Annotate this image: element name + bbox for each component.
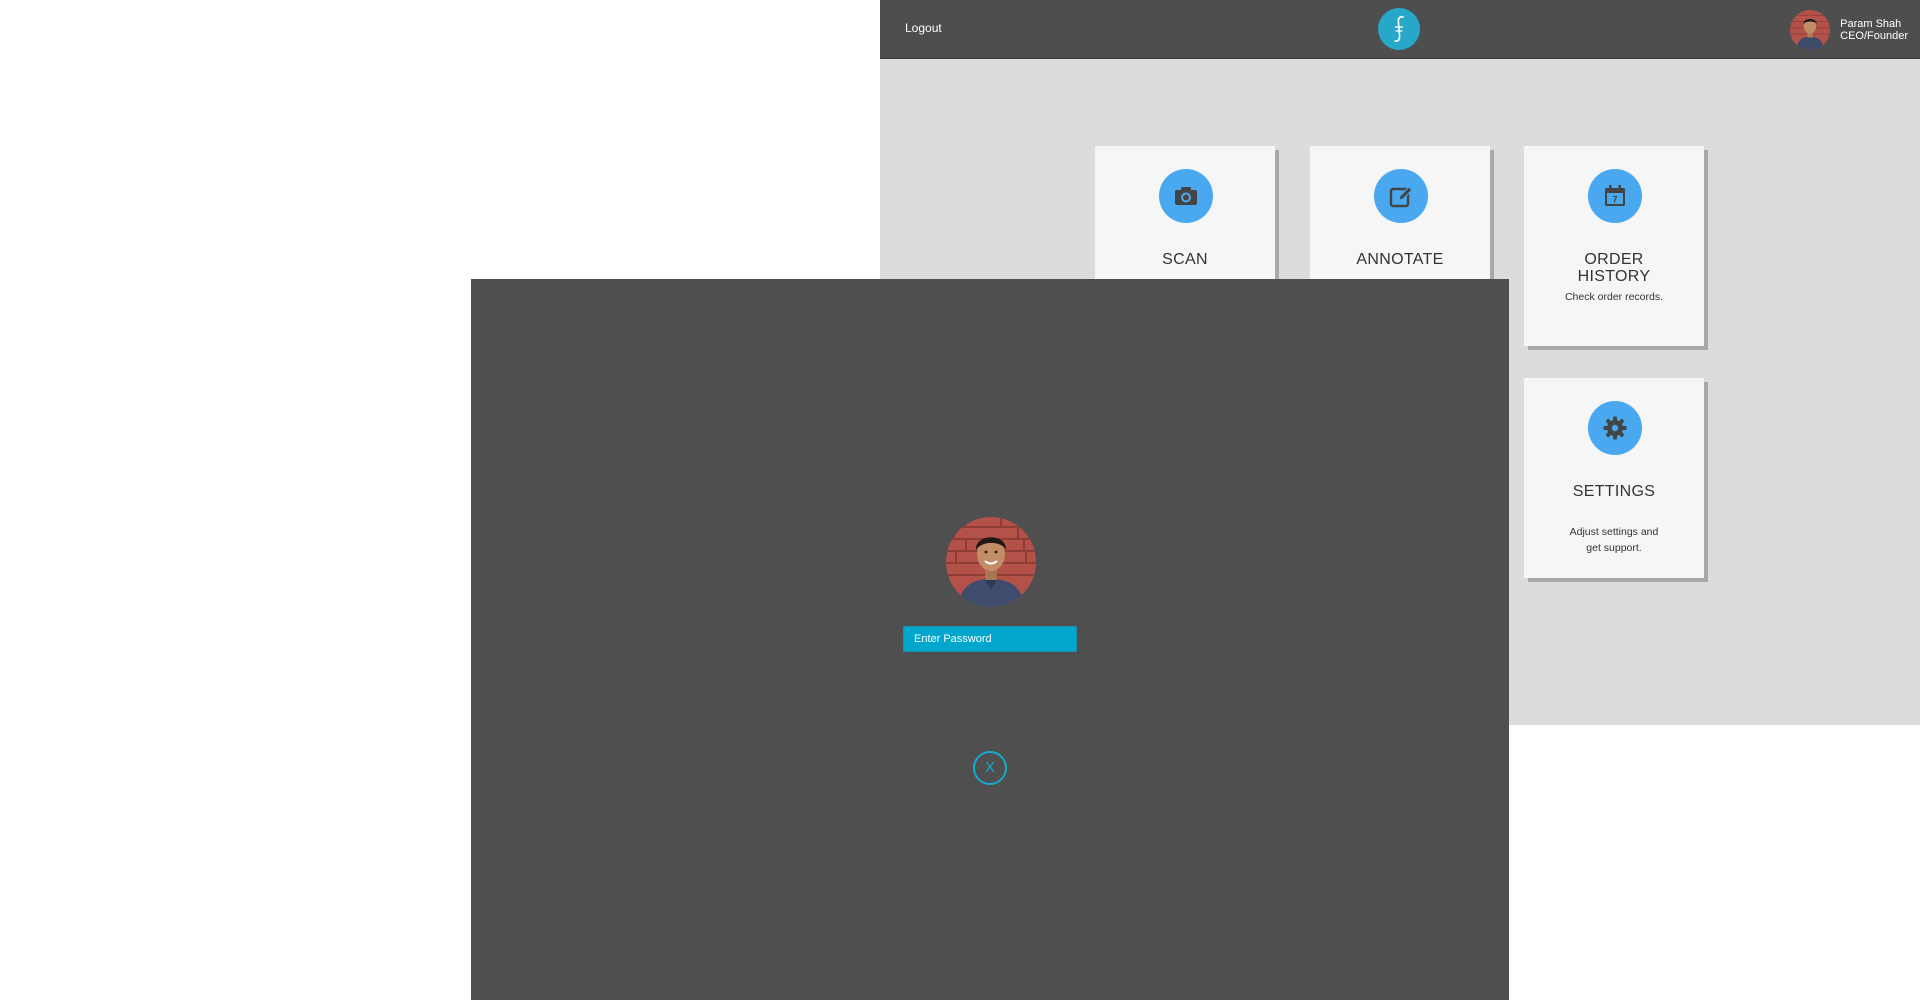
camera-icon [1159,169,1213,223]
tile-order-history-description: Check order records. [1564,291,1664,303]
password-input[interactable] [903,626,1077,652]
calendar-icon: 7 [1588,169,1642,223]
brand-logo[interactable] [1378,8,1420,50]
lock-screen-overlay: X [471,279,1509,1000]
edit-icon [1374,169,1428,223]
tile-settings-description: Adjust settings and get support. [1569,526,1659,554]
tile-annotate-title: ANNOTATE [1356,251,1444,268]
user-role: CEO/Founder [1840,30,1908,42]
tile-scan-title: SCAN [1162,251,1208,268]
gear-icon [1588,401,1642,455]
user-info: Param Shah CEO/Founder [1840,18,1908,42]
user-avatar[interactable] [1790,10,1831,50]
lock-user-avatar [946,517,1036,607]
tile-order-history[interactable]: 7 ORDER HISTORY Check order records. [1524,146,1704,346]
user-name: Param Shah [1840,18,1902,30]
tile-settings-title: SETTINGS [1572,483,1656,500]
calendar-day: 7 [1612,195,1617,205]
close-button[interactable]: X [973,751,1007,785]
brand-logo-icon [1394,16,1404,42]
logout-link[interactable]: Logout [905,21,942,35]
user-profile[interactable]: Param Shah CEO/Founder [1790,9,1908,51]
tile-settings[interactable]: SETTINGS Adjust settings and get support… [1524,378,1704,578]
tile-order-history-title: ORDER HISTORY [1577,251,1651,285]
top-bar: Logout Param Shah CEO/Founder [880,0,1920,59]
